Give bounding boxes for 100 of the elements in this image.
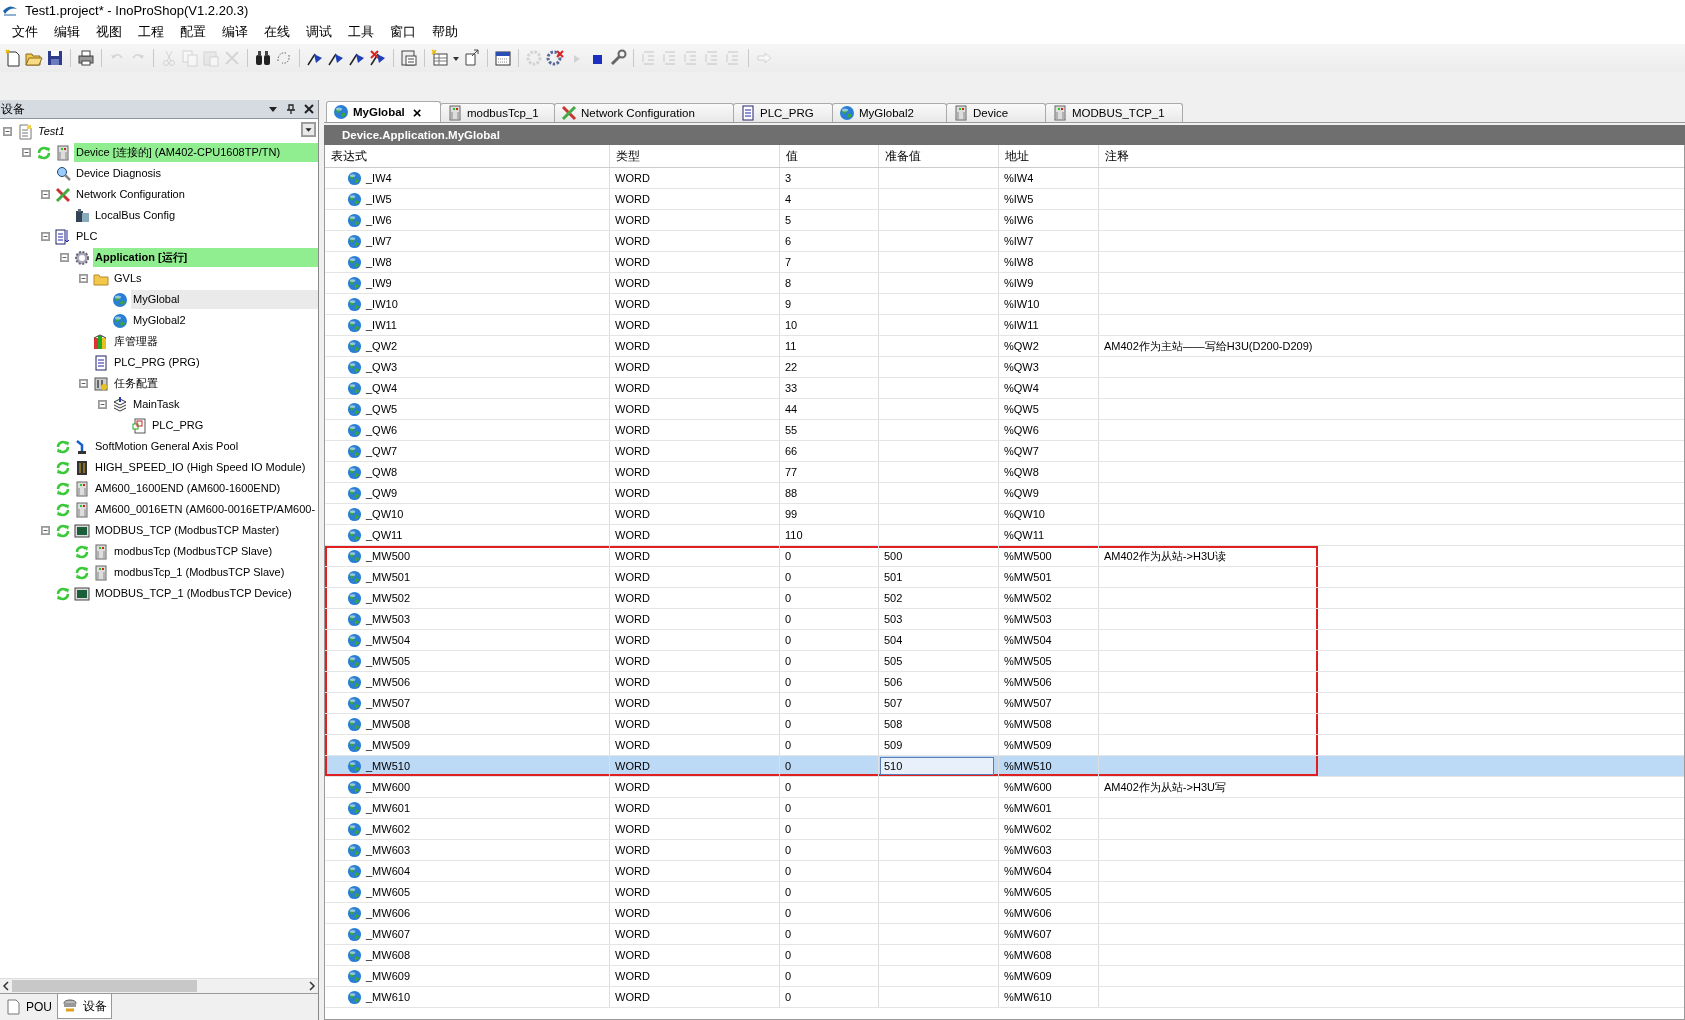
- table-row[interactable]: _MW510 WORD 0 510 %MW510: [325, 756, 1684, 777]
- expand-toggle[interactable]: [3, 127, 12, 136]
- editor-tab[interactable]: Device: [946, 103, 1046, 122]
- tree-item[interactable]: HIGH_SPEED_IO (High Speed IO Module): [93, 458, 318, 477]
- editor-tab[interactable]: MODBUS_TCP_1: [1045, 103, 1183, 122]
- tree-item[interactable]: modbusTcp (ModbusTCP Slave): [112, 542, 318, 561]
- menu-item[interactable]: 编译: [214, 21, 256, 43]
- table-cell[interactable]: 508: [884, 716, 903, 732]
- table-cell[interactable]: 510: [880, 757, 994, 775]
- editor-tab[interactable]: MyGlobal2: [832, 103, 947, 122]
- table-cell[interactable]: 500: [884, 548, 903, 564]
- table-row[interactable]: _MW506 WORD 0 506 %MW506: [325, 672, 1684, 693]
- tree-item[interactable]: Test1: [36, 122, 318, 141]
- table-row[interactable]: _MW600 WORD 0 %MW600 AM402作为从站->H3U写: [325, 777, 1684, 798]
- table-row[interactable]: _QW3 WORD 22 %QW3: [325, 357, 1684, 378]
- table-cell[interactable]: 505: [884, 653, 903, 669]
- table-row[interactable]: _QW7 WORD 66 %QW7: [325, 441, 1684, 462]
- table-row[interactable]: _QW4 WORD 33 %QW4: [325, 378, 1684, 399]
- column-header[interactable]: 表达式: [325, 145, 610, 167]
- table-row[interactable]: _MW504 WORD 0 504 %MW504: [325, 630, 1684, 651]
- table-row[interactable]: _QW6 WORD 55 %QW6: [325, 420, 1684, 441]
- tree-item[interactable]: MainTask: [131, 395, 318, 414]
- menu-item[interactable]: 工具: [340, 21, 382, 43]
- tree-item[interactable]: LocalBus Config: [93, 206, 318, 225]
- export-icon[interactable]: [463, 49, 481, 67]
- editor-tab[interactable]: MyGlobal ×: [326, 101, 441, 122]
- table-row[interactable]: _MW610 WORD 0 %MW610: [325, 987, 1684, 1008]
- table-cell[interactable]: 509: [884, 737, 903, 753]
- caret-icon[interactable]: [268, 104, 278, 114]
- table-row[interactable]: _MW507 WORD 0 507 %MW507: [325, 693, 1684, 714]
- tree-item[interactable]: Application [运行]: [93, 248, 318, 267]
- menu-item[interactable]: 视图: [88, 21, 130, 43]
- menu-item[interactable]: 文件: [4, 21, 46, 43]
- column-header[interactable]: 注释: [1099, 145, 1684, 167]
- table-row[interactable]: _MW603 WORD 0 %MW603: [325, 840, 1684, 861]
- new-file-icon[interactable]: [4, 49, 22, 67]
- table-row[interactable]: _IW7 WORD 6 %IW7: [325, 231, 1684, 252]
- dropdown-button[interactable]: [301, 122, 316, 137]
- table-cell[interactable]: 502: [884, 590, 903, 606]
- expand-toggle[interactable]: [98, 400, 107, 409]
- table-row[interactable]: _MW602 WORD 0 %MW602: [325, 819, 1684, 840]
- table-row[interactable]: _MW608 WORD 0 %MW608: [325, 945, 1684, 966]
- tree-item[interactable]: Device Diagnosis: [74, 164, 318, 183]
- table-row[interactable]: _QW9 WORD 88 %QW9: [325, 483, 1684, 504]
- table-row[interactable]: _QW2 WORD 11 %QW2 AM402作为主站——写给H3U(D200-D209): [325, 336, 1684, 357]
- tree-item[interactable]: Network Configuration: [74, 185, 318, 204]
- expand-toggle[interactable]: [79, 379, 88, 388]
- table-row[interactable]: _MW509 WORD 0 509 %MW509: [325, 735, 1684, 756]
- table-row[interactable]: _QW5 WORD 44 %QW5: [325, 399, 1684, 420]
- table-cell[interactable]: 501: [884, 569, 903, 585]
- tree-item[interactable]: PLC_PRG (PRG): [112, 353, 318, 372]
- tree-item[interactable]: AM600_0016ETN (AM600-0016ETP/AM600-: [93, 500, 318, 519]
- menu-item[interactable]: 编辑: [46, 21, 88, 43]
- tree-item[interactable]: MODBUS_TCP_1 (ModbusTCP Device): [93, 584, 318, 603]
- table-row[interactable]: _MW601 WORD 0 %MW601: [325, 798, 1684, 819]
- table-row[interactable]: _MW502 WORD 0 502 %MW502: [325, 588, 1684, 609]
- pin-icon[interactable]: [286, 104, 296, 114]
- table-row[interactable]: _QW8 WORD 77 %QW8: [325, 462, 1684, 483]
- table-row[interactable]: _MW508 WORD 0 508 %MW508: [325, 714, 1684, 735]
- table-row[interactable]: _IW11 WORD 10 %IW11: [325, 315, 1684, 336]
- editor-tab[interactable]: modbusTcp_1: [440, 103, 555, 122]
- scrollbar-thumb[interactable]: [12, 980, 197, 992]
- table-cell[interactable]: 506: [884, 674, 903, 690]
- tree-item[interactable]: 库管理器: [112, 332, 318, 351]
- panel-tab[interactable]: POU: [0, 994, 57, 1020]
- tree-item[interactable]: PLC_PRG: [150, 416, 318, 435]
- column-header[interactable]: 值: [780, 145, 879, 167]
- editor-tab[interactable]: Network Configuration: [554, 103, 734, 122]
- table-cell[interactable]: 504: [884, 632, 903, 648]
- table-cell[interactable]: 503: [884, 611, 903, 627]
- scroll-right-icon[interactable]: [306, 980, 318, 992]
- table-row[interactable]: _MW505 WORD 0 505 %MW505: [325, 651, 1684, 672]
- tree-item[interactable]: SoftMotion General Axis Pool: [93, 437, 318, 456]
- table-row[interactable]: _MW604 WORD 0 %MW604: [325, 861, 1684, 882]
- expand-toggle[interactable]: [41, 232, 50, 241]
- tree-item[interactable]: MyGlobal2: [131, 311, 318, 330]
- table-row[interactable]: _MW609 WORD 0 %MW609: [325, 966, 1684, 987]
- table-row[interactable]: _MW606 WORD 0 %MW606: [325, 903, 1684, 924]
- tree-item[interactable]: Device [连接的] (AM402-CPU1608TP/TN): [74, 143, 318, 162]
- menu-item[interactable]: 帮助: [424, 21, 466, 43]
- expand-toggle[interactable]: [41, 526, 50, 535]
- expand-toggle[interactable]: [60, 253, 69, 262]
- table-row[interactable]: _IW8 WORD 7 %IW8: [325, 252, 1684, 273]
- menu-item[interactable]: 工程: [130, 21, 172, 43]
- close-icon[interactable]: [304, 104, 314, 114]
- table-cell[interactable]: 507: [884, 695, 903, 711]
- expand-toggle[interactable]: [41, 190, 50, 199]
- save-icon[interactable]: [46, 49, 64, 67]
- gear-remove-icon[interactable]: [546, 49, 564, 67]
- column-header[interactable]: 类型: [610, 145, 780, 167]
- tree-item[interactable]: PLC: [74, 227, 318, 246]
- table-row[interactable]: _MW503 WORD 0 503 %MW503: [325, 609, 1684, 630]
- column-header[interactable]: 地址: [999, 145, 1099, 167]
- clipboard-icon[interactable]: [400, 49, 418, 67]
- table-row[interactable]: _MW607 WORD 0 %MW607: [325, 924, 1684, 945]
- tree-item[interactable]: MODBUS_TCP (ModbusTCP Master): [93, 521, 318, 540]
- menu-item[interactable]: 窗口: [382, 21, 424, 43]
- expand-toggle[interactable]: [79, 274, 88, 283]
- table-row[interactable]: _MW500 WORD 0 500 %MW500 AM402作为从站->H3U读: [325, 546, 1684, 567]
- expand-toggle[interactable]: [22, 148, 31, 157]
